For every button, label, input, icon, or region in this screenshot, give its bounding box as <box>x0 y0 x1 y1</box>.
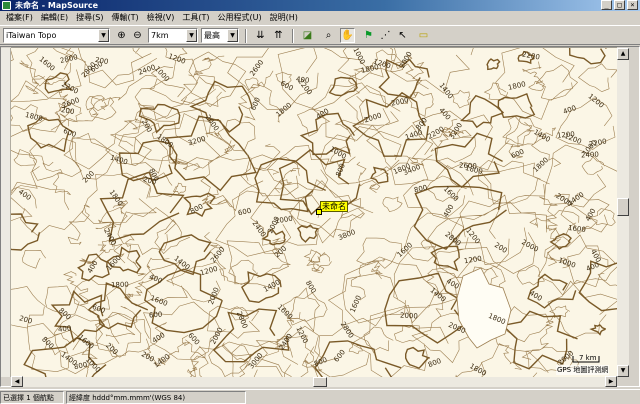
zoom-in-icon: ⊕ <box>117 30 126 41</box>
chevron-down-icon: ▼ <box>186 29 197 42</box>
toolbar-separator <box>245 29 247 43</box>
menu-file[interactable]: 檔案(F) <box>2 11 37 25</box>
menu-edit[interactable]: 編輯(E) <box>37 11 72 25</box>
menu-tools[interactable]: 工具(T) <box>178 11 213 25</box>
map-select-tool-icon: ◪ <box>302 30 313 41</box>
close-button[interactable]: × <box>627 0 638 10</box>
title-bar: 未命名 - MapSource _ □ × <box>0 0 640 11</box>
pointer-tool-button[interactable]: ↖ <box>395 28 410 43</box>
zoom-out-icon: ⊖ <box>133 30 142 41</box>
contour-elevation-label: 2400 <box>580 150 600 160</box>
waypoint-tool-button[interactable]: ⚑ <box>361 28 376 43</box>
waypoint-tool-icon: ⚑ <box>364 30 373 41</box>
scale-label: 7 km <box>579 354 597 362</box>
receive-from-device-button[interactable]: ⇊ <box>253 28 268 43</box>
menu-view[interactable]: 檢視(V) <box>143 11 179 25</box>
toolbar: iTaiwan Topo ▼ ⊕ ⊖ 7km ▼ 最高 ▼ ⇊ ⇈ ◪ ⌕ ✋ … <box>0 25 640 45</box>
scroll-right-button[interactable]: ▶ <box>605 376 617 387</box>
menu-utilities[interactable]: 公用程式(U) <box>213 11 265 25</box>
horizontal-scroll-thumb[interactable] <box>313 377 327 387</box>
scroll-up-button[interactable]: ▲ <box>617 48 629 60</box>
coordinate-format-status: 經緯度 hddd°mm.mmm'(WGS 84) <box>66 390 246 404</box>
window-title: 未命名 - MapSource <box>15 1 99 10</box>
toolbar-separator <box>292 29 294 43</box>
map-product-value: iTaiwan Topo <box>6 31 57 40</box>
contour-elevation-label: 600 <box>148 310 163 320</box>
hand-tool-icon: ✋ <box>341 30 354 41</box>
waypoint-icon[interactable] <box>316 209 322 215</box>
contour-elevation-label: 1200 <box>556 130 576 140</box>
distance-tool-icon: ▭ <box>418 30 429 41</box>
receive-from-device-icon: ⇊ <box>256 30 265 41</box>
status-bar: 已選擇 1 個航點 經緯度 hddd°mm.mmm'(WGS 84) <box>0 389 640 404</box>
zoom-scale-select[interactable]: 7km ▼ <box>148 28 198 43</box>
contour-lines <box>11 48 617 377</box>
selection-status: 已選擇 1 個航點 <box>0 390 64 404</box>
detail-level-value: 最高 <box>204 31 220 40</box>
map-view[interactable]: 200 600 1200 1000 1400 1000 1600 2000 1600 2400 20… <box>11 48 617 377</box>
distance-tool-button[interactable]: ▭ <box>416 28 431 43</box>
detail-level-select[interactable]: 最高 ▼ <box>201 28 239 43</box>
horizontal-scrollbar[interactable]: ◀ ▶ <box>11 376 617 387</box>
vertical-scroll-thumb[interactable] <box>617 198 629 216</box>
route-tool-button[interactable]: ⋰ <box>378 28 393 43</box>
send-to-device-button[interactable]: ⇈ <box>271 28 286 43</box>
zoom-scale-value: 7km <box>151 31 169 40</box>
contour-elevation-label: 400 <box>57 324 72 334</box>
route-tool-icon: ⋰ <box>380 30 391 41</box>
minimize-button[interactable]: _ <box>601 0 612 10</box>
chevron-down-icon: ▼ <box>227 29 238 42</box>
waypoint-label[interactable]: 未命名 <box>320 201 348 212</box>
send-to-device-icon: ⇈ <box>274 30 283 41</box>
menu-transfer[interactable]: 傳輸(T) <box>107 11 142 25</box>
map-left-edge <box>1 48 11 377</box>
pointer-tool-icon: ↖ <box>398 30 407 41</box>
menu-search[interactable]: 搜尋(S) <box>72 11 107 25</box>
menu-bar: 檔案(F) 編輯(E) 搜尋(S) 傳輸(T) 檢視(V) 工具(T) 公用程式… <box>0 11 640 25</box>
scroll-down-button[interactable]: ▼ <box>617 365 629 377</box>
maximize-button[interactable]: □ <box>614 0 625 10</box>
zoom-tool-button[interactable]: ⌕ <box>321 28 336 43</box>
zoom-in-button[interactable]: ⊕ <box>114 28 129 43</box>
hand-tool-button[interactable]: ✋ <box>340 28 355 43</box>
chevron-down-icon: ▼ <box>98 29 109 42</box>
contour-elevation-label: 1800 <box>110 280 129 290</box>
zoom-tool-icon: ⌕ <box>325 30 332 41</box>
map-product-select[interactable]: iTaiwan Topo ▼ <box>3 28 110 43</box>
valley-area <box>456 267 512 349</box>
menu-help[interactable]: 說明(H) <box>266 11 302 25</box>
contour-elevation-label: 2600 <box>458 161 478 171</box>
vertical-scrollbar[interactable]: ▲ ▼ <box>617 48 629 377</box>
zoom-out-button[interactable]: ⊖ <box>130 28 145 43</box>
map-select-tool-button[interactable]: ◪ <box>300 28 315 43</box>
scroll-left-button[interactable]: ◀ <box>11 376 23 387</box>
copyright-text: GPS 地圖評測網 <box>556 365 610 375</box>
app-icon <box>2 1 11 10</box>
contour-elevation-label: 2000 <box>399 311 419 321</box>
